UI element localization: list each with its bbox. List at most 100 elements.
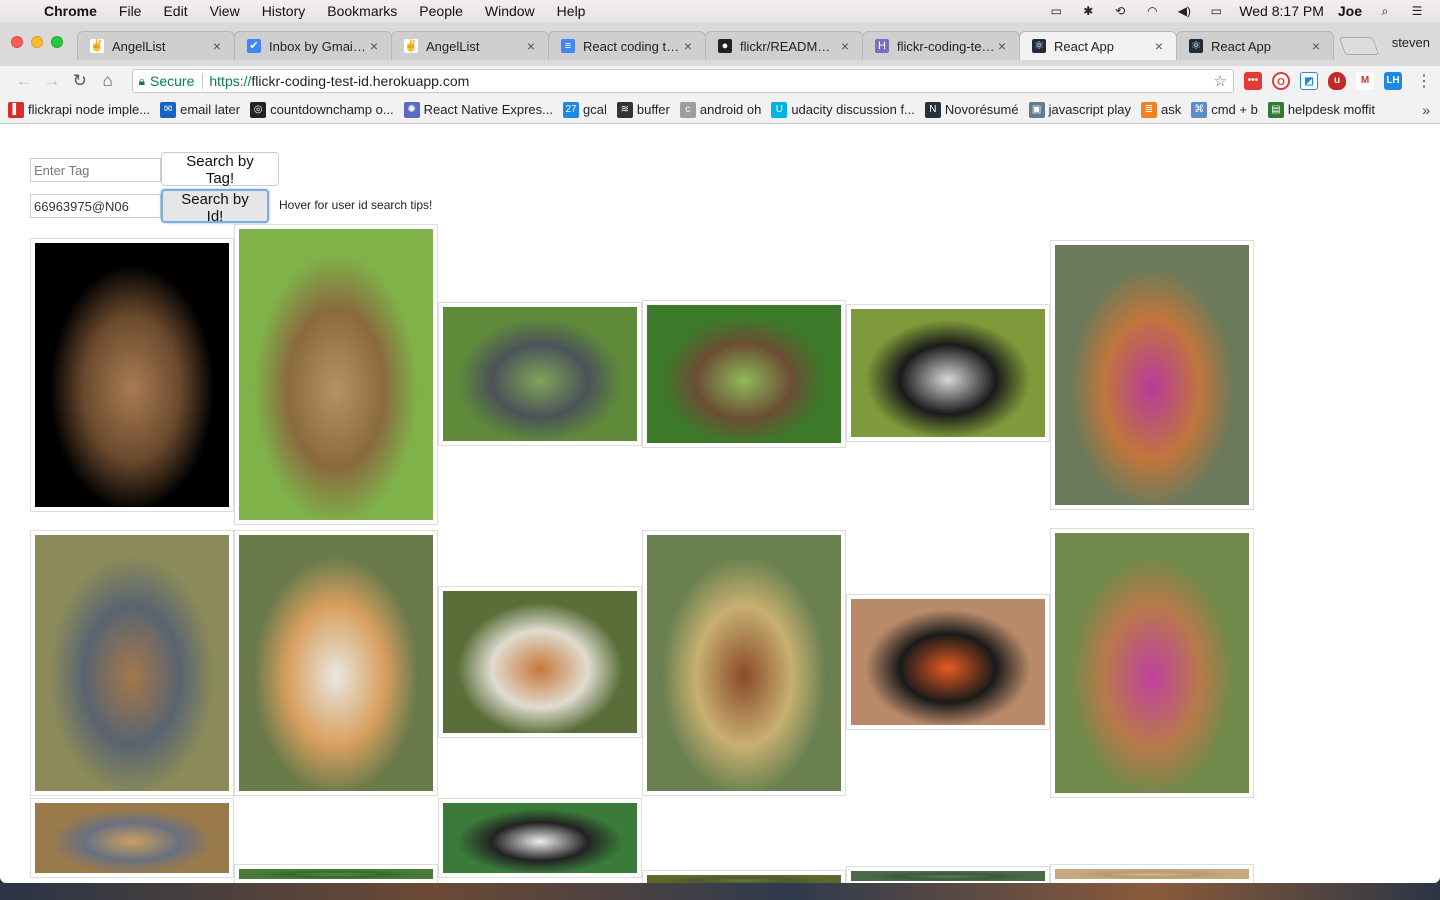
volume-icon[interactable]: ◀) (1175, 4, 1193, 18)
spotlight-icon[interactable]: ⌕ (1376, 4, 1394, 18)
photo-green-partial[interactable] (234, 864, 438, 883)
photo-dipper-bird[interactable] (438, 302, 642, 446)
extension-lastpass-icon[interactable]: ••• (1244, 72, 1262, 90)
tab-close-icon[interactable]: × (838, 38, 852, 54)
photo-mouse-dandelion[interactable] (234, 530, 438, 796)
photo-image (239, 229, 433, 520)
tab-close-icon[interactable]: × (1152, 38, 1166, 54)
menu-bookmarks[interactable]: Bookmarks (316, 3, 408, 19)
bookmark-item[interactable]: Uudacity discussion f... (771, 101, 915, 118)
battery-icon[interactable]: ▭ (1207, 4, 1225, 18)
browser-tab[interactable]: ⚛ React App × (1019, 31, 1177, 60)
browser-tab[interactable]: ✌ AngelList × (77, 31, 235, 60)
menu-file[interactable]: File (108, 3, 153, 19)
menubar-user[interactable]: Joe (1338, 3, 1362, 19)
browser-tab[interactable]: ≡ React coding test × (548, 31, 706, 60)
tag-input[interactable] (30, 158, 161, 182)
bookmark-star-icon[interactable]: ☆ (1214, 72, 1227, 90)
address-bar[interactable]: 🔒︎ Secure https:// flickr-coding-test-id… (131, 69, 1234, 93)
browser-tab[interactable]: ● flickr/README.md × (705, 31, 863, 60)
extension-opera-icon[interactable]: O (1272, 72, 1290, 90)
forward-arrow-icon[interactable]: → (38, 71, 66, 91)
notification-center-icon[interactable]: ☰ (1408, 4, 1426, 18)
browser-tab[interactable]: ⚛ React App × (1176, 31, 1334, 60)
url-host[interactable]: flickr-coding-test-id.herokuapp.com (251, 73, 469, 89)
menu-view[interactable]: View (199, 3, 251, 19)
lock-icon[interactable]: 🔒︎ (139, 74, 145, 89)
photo-image (851, 871, 1045, 881)
menu-help[interactable]: Help (546, 3, 597, 19)
photo-anhinga[interactable] (846, 304, 1050, 442)
screen-icon[interactable]: ▭ (1047, 4, 1065, 18)
photo-puffin[interactable] (846, 594, 1050, 730)
new-tab-button[interactable] (1338, 37, 1380, 55)
photo-green-partial-2[interactable] (642, 870, 846, 883)
user-id-search-tip[interactable]: Hover for user id search tips! (279, 198, 432, 212)
bookmark-item[interactable]: ✉ email later (160, 101, 240, 118)
menu-people[interactable]: People (408, 3, 474, 19)
menu-edit[interactable]: Edit (152, 3, 198, 19)
url-scheme[interactable]: https:// (209, 73, 251, 89)
extension-gmail-icon[interactable]: M (1356, 72, 1374, 90)
tab-close-icon[interactable]: × (995, 38, 1009, 54)
extension-ublock-icon[interactable]: u (1328, 72, 1346, 90)
back-arrow-icon[interactable]: ← (10, 71, 38, 91)
photo-wheatear[interactable] (438, 798, 642, 878)
bookmark-item[interactable]: ▤ helpdesk moffit (1267, 101, 1375, 118)
photo-wild-boar-piglet[interactable] (234, 224, 438, 525)
user-id-input[interactable] (30, 194, 161, 218)
photo-tan-partial[interactable] (1050, 864, 1254, 883)
photo-cuckoo-head[interactable] (30, 798, 234, 878)
tab-close-icon[interactable]: × (524, 38, 538, 54)
home-icon[interactable]: ⌂ (94, 71, 122, 91)
macos-menubar: Chrome File Edit View History Bookmarks … (0, 0, 1440, 22)
zoom-window-button[interactable] (51, 36, 63, 48)
browser-tab[interactable]: ✌ AngelList × (391, 31, 549, 60)
minimize-window-button[interactable] (31, 36, 43, 48)
menubar-clock[interactable]: Wed 8:17 PM (1239, 3, 1324, 19)
browser-tab[interactable]: Hflickr-coding-test- × (862, 31, 1020, 60)
tab-close-icon[interactable]: × (1309, 38, 1323, 54)
bookmark-item[interactable]: ⌘ cmd + b (1191, 101, 1258, 118)
browser-tab[interactable]: ✔ Inbox by Gmail - th× (234, 31, 392, 60)
time-machine-icon[interactable]: ⟲ (1111, 4, 1129, 18)
tab-close-icon[interactable]: × (367, 38, 381, 54)
photo-mouse-wheat[interactable] (642, 530, 846, 796)
tab-title: Inbox by Gmail - th (269, 38, 367, 54)
bookmark-label: React Native Expres... (423, 102, 553, 117)
photo-limpkin[interactable] (642, 300, 846, 448)
bookmark-item[interactable]: 27 gcal (563, 101, 607, 118)
wifi-icon[interactable]: ◠ (1143, 4, 1161, 18)
photo-cuckoo[interactable] (30, 530, 234, 796)
menu-window[interactable]: Window (474, 3, 546, 19)
secure-label[interactable]: Secure (150, 73, 194, 89)
extension-lighthouse-icon[interactable]: LH (1384, 72, 1402, 90)
reload-icon[interactable]: ↻ (66, 71, 94, 91)
photo-mouse-dandelion-seedhead[interactable] (438, 586, 642, 738)
photo-harvest-mice-thistle[interactable] (1050, 240, 1254, 510)
close-window-button[interactable] (11, 36, 23, 48)
profile-button[interactable]: steven (1392, 35, 1430, 50)
bookmarks-overflow-icon[interactable]: » (1422, 102, 1440, 118)
search-by-tag-button[interactable]: Search by Tag! (161, 152, 279, 187)
chrome-menu-icon[interactable]: ⋮ (1416, 71, 1432, 91)
bookmark-item[interactable]: ▣ javascript play (1028, 101, 1131, 118)
menu-app-name[interactable]: Chrome (40, 3, 108, 19)
bookmark-item[interactable]: N Novorésumé (924, 101, 1019, 118)
menu-history[interactable]: History (251, 3, 317, 19)
tab-title: React App (1054, 38, 1114, 54)
photo-mouse-thistle[interactable] (1050, 528, 1254, 798)
bookmark-item[interactable]: ≋ buffer (616, 101, 670, 118)
photo-green-partial-3[interactable] (846, 866, 1050, 883)
bookmark-item[interactable]: ▌ flickrapi node imple... (8, 101, 150, 118)
bookmark-item[interactable]: ✺ React Native Expres... (403, 101, 553, 118)
photo-tawny-owl[interactable] (30, 238, 234, 512)
search-by-id-button[interactable]: Search by Id! (161, 189, 269, 225)
bookmark-item[interactable]: ≣ ask (1140, 101, 1181, 118)
extension-screen-icon[interactable]: ◩ (1300, 72, 1318, 90)
bookmark-item[interactable]: ◎ countdownchamp o... (250, 101, 394, 118)
bookmark-item[interactable]: c android oh (679, 101, 761, 118)
tab-close-icon[interactable]: × (681, 38, 695, 54)
bluetooth-icon[interactable]: ✱ (1079, 4, 1097, 18)
tab-close-icon[interactable]: × (210, 38, 224, 54)
